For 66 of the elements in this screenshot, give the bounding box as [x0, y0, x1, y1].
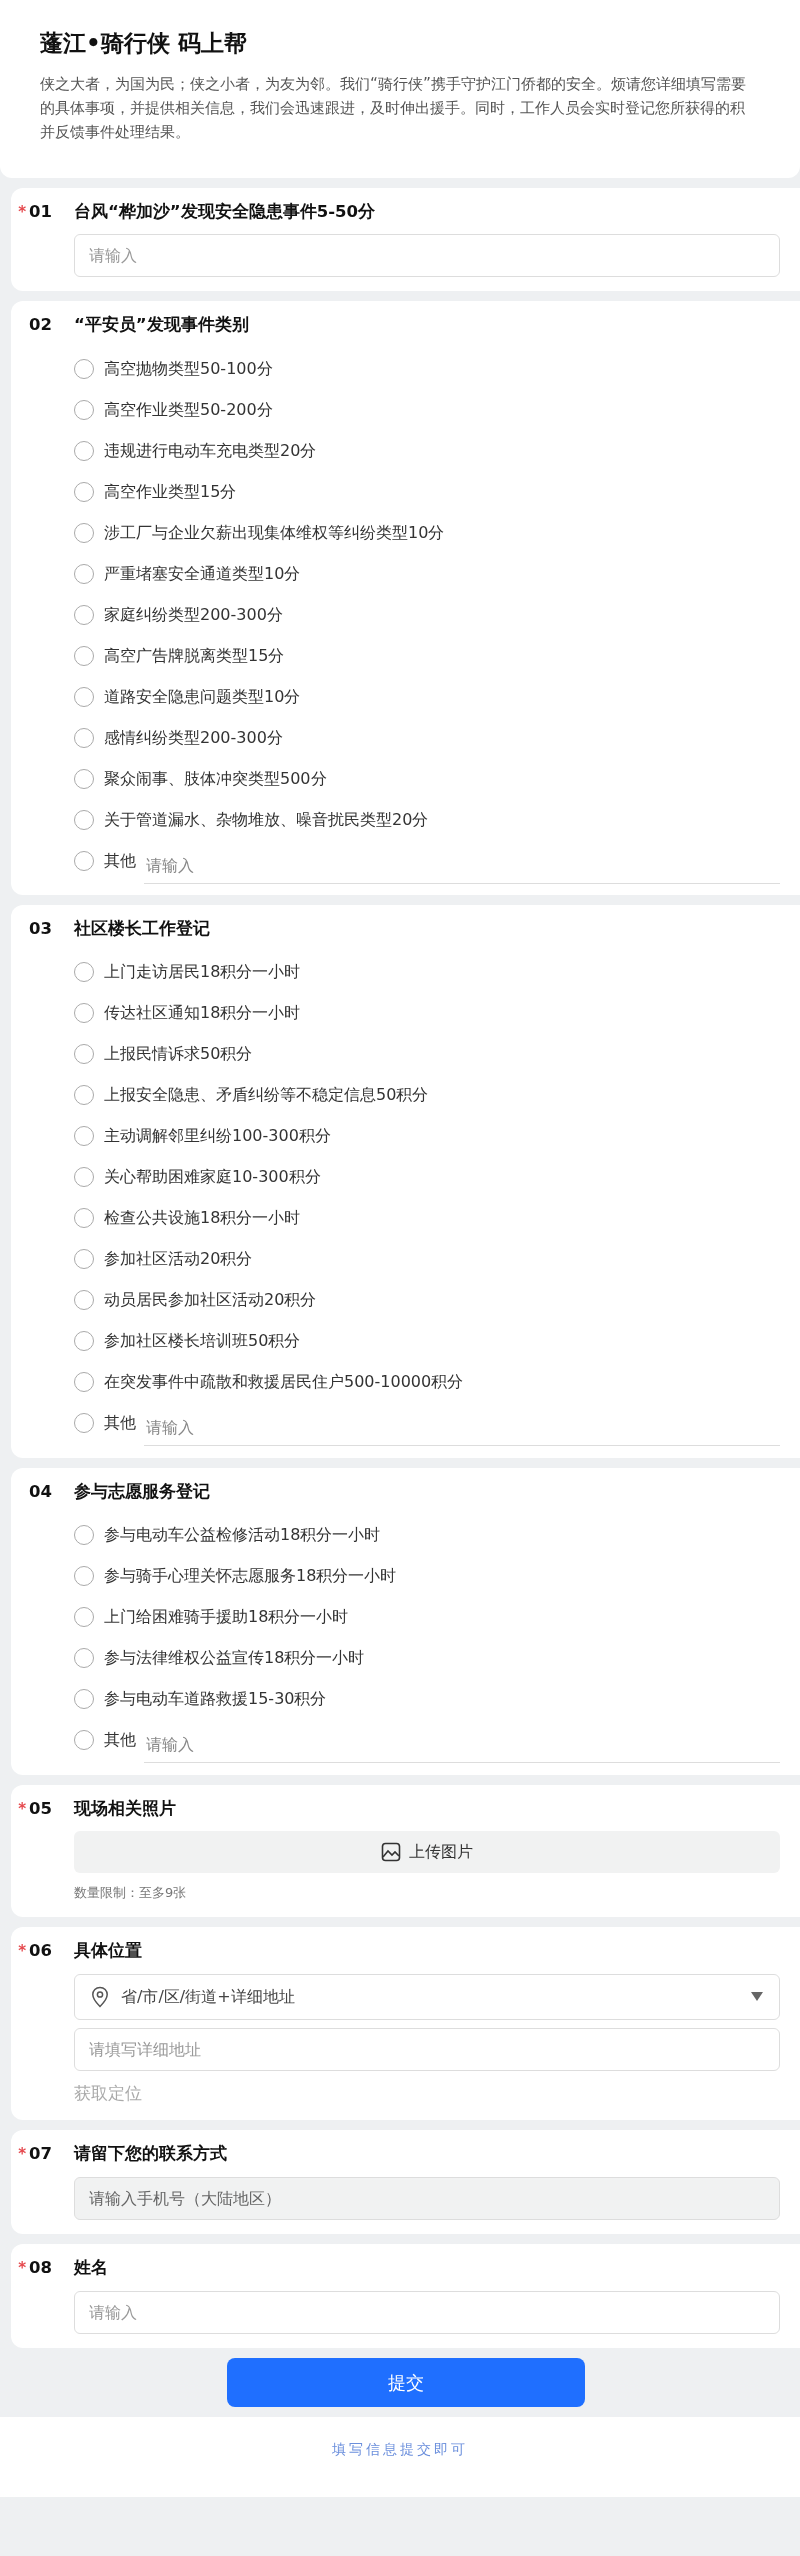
option-label[interactable]: 传达社区通知18积分一小时: [104, 1001, 301, 1026]
required-mark: *: [17, 2144, 27, 2166]
question-number: 04: [29, 1480, 53, 1503]
question-title: 请留下您的联系方式: [74, 2143, 227, 2166]
option-label[interactable]: 高空作业类型50-200分: [104, 397, 273, 422]
option-label[interactable]: 涉工厂与企业欠薪出现集体维权等纠纷类型10分: [104, 520, 445, 545]
question-number: 05: [29, 1797, 53, 1820]
option-label[interactable]: 参与法律维权公益宣传18积分一小时: [104, 1646, 365, 1671]
option-label[interactable]: 上门给困难骑手援助18积分一小时: [104, 1605, 349, 1630]
option-label[interactable]: 严重堵塞安全通道类型10分: [104, 561, 301, 586]
option-label[interactable]: 其他: [104, 848, 136, 873]
submit-button[interactable]: 提交: [226, 2357, 585, 2407]
option-label[interactable]: 上报民情诉求50积分: [104, 1042, 253, 1067]
question-title: 社区楼长工作登记: [74, 918, 210, 941]
question-title: 现场相关照片: [74, 1797, 176, 1820]
option-label[interactable]: 关于管道漏水、杂物堆放、噪音扰民类型20分: [104, 807, 429, 832]
question-title: “平安员”发现事件类别: [74, 314, 249, 337]
option-label[interactable]: 聚众闹事、肢体冲突类型500分: [104, 766, 327, 791]
option-label[interactable]: 参与电动车公益检修活动18积分一小时: [104, 1523, 381, 1548]
option-label[interactable]: 上报安全隐患、矛盾纠纷等不稳定信息50积分: [104, 1083, 429, 1108]
option-label[interactable]: 关心帮助困难家庭10-300积分: [104, 1165, 321, 1190]
option-label[interactable]: 参加社区楼长培训班50积分: [104, 1329, 301, 1354]
option-label[interactable]: 参加社区活动20积分: [104, 1247, 253, 1272]
option-label[interactable]: 参与骑手心理关怀志愿服务18积分一小时: [104, 1564, 397, 1589]
intro-line: 的具体事项，并提供相关信息，我们会迅速跟进，及时伸出援手。同时，工作人员会实时登记您所获得的积: [40, 97, 746, 119]
option-label[interactable]: 参与电动车道路救援15-30积分: [104, 1687, 327, 1712]
question-title: 姓名: [74, 2256, 108, 2279]
option-label[interactable]: 其他: [104, 1411, 136, 1436]
required-mark: *: [17, 1940, 27, 1962]
intro-line: 并反馈事件处理结果。: [40, 121, 191, 143]
upload-limit-note: 数量限制：至多9张: [74, 1884, 188, 1903]
caret-icon: [751, 1992, 763, 2002]
question-number: 08: [29, 2256, 53, 2279]
image-icon: [381, 1842, 401, 1863]
option-label[interactable]: 在突发事件中疏散和救援居民住户500-10000积分: [104, 1370, 464, 1395]
option-label[interactable]: 感情纠纷类型200-300分: [104, 725, 283, 750]
question-title: 台风“桦加沙”发现安全隐患事件5-50分: [74, 200, 375, 223]
required-mark: *: [17, 201, 27, 223]
question-title: 参与志愿服务登记: [74, 1480, 210, 1503]
option-label[interactable]: 高空作业类型15分: [104, 479, 237, 504]
option-label[interactable]: 其他: [104, 1728, 136, 1753]
intro-line: 侠之大者，为国为民；侠之小者，为友为邻。我们“骑行侠”携手守护江门侨都的安全。烦请您详细填写需要: [40, 73, 747, 95]
option-label[interactable]: 高空抛物类型50-100分: [104, 356, 273, 381]
address-select[interactable]: 省/市/区/街道+详细地址: [74, 1973, 780, 2020]
option-label[interactable]: 检查公共设施18积分一小时: [104, 1206, 301, 1231]
question-number: 06: [29, 1939, 53, 1962]
question-title: 具体位置: [74, 1939, 142, 1962]
location-pin-icon: [91, 1985, 109, 2008]
option-label[interactable]: 高空广告牌脱离类型15分: [104, 643, 285, 668]
option-label[interactable]: 违规进行电动车充电类型20分: [104, 438, 317, 463]
option-label[interactable]: 家庭纠纷类型200-300分: [104, 602, 283, 627]
question-number: 01: [29, 200, 53, 223]
page-title: 蓬江•骑行侠 码上帮: [40, 30, 248, 58]
option-label[interactable]: 主动调解邻里纠纷100-300积分: [104, 1124, 331, 1149]
question-number: 07: [29, 2143, 53, 2166]
option-label[interactable]: 动员居民参加社区活动20积分: [104, 1288, 317, 1313]
required-mark: *: [17, 2257, 27, 2279]
option-label[interactable]: 上门走访居民18积分一小时: [104, 960, 301, 985]
question-number: 02: [29, 314, 53, 337]
upload-button[interactable]: 上传图片: [74, 1831, 780, 1874]
input-field[interactable]: 请输入: [74, 234, 780, 278]
option-label[interactable]: 道路安全隐患问题类型10分: [104, 684, 301, 709]
required-mark: *: [17, 1798, 27, 1820]
address-input-field[interactable]: 请填写详细地址: [74, 2027, 780, 2071]
question-number: 03: [29, 918, 53, 941]
input-field[interactable]: 请输入: [74, 2290, 780, 2334]
